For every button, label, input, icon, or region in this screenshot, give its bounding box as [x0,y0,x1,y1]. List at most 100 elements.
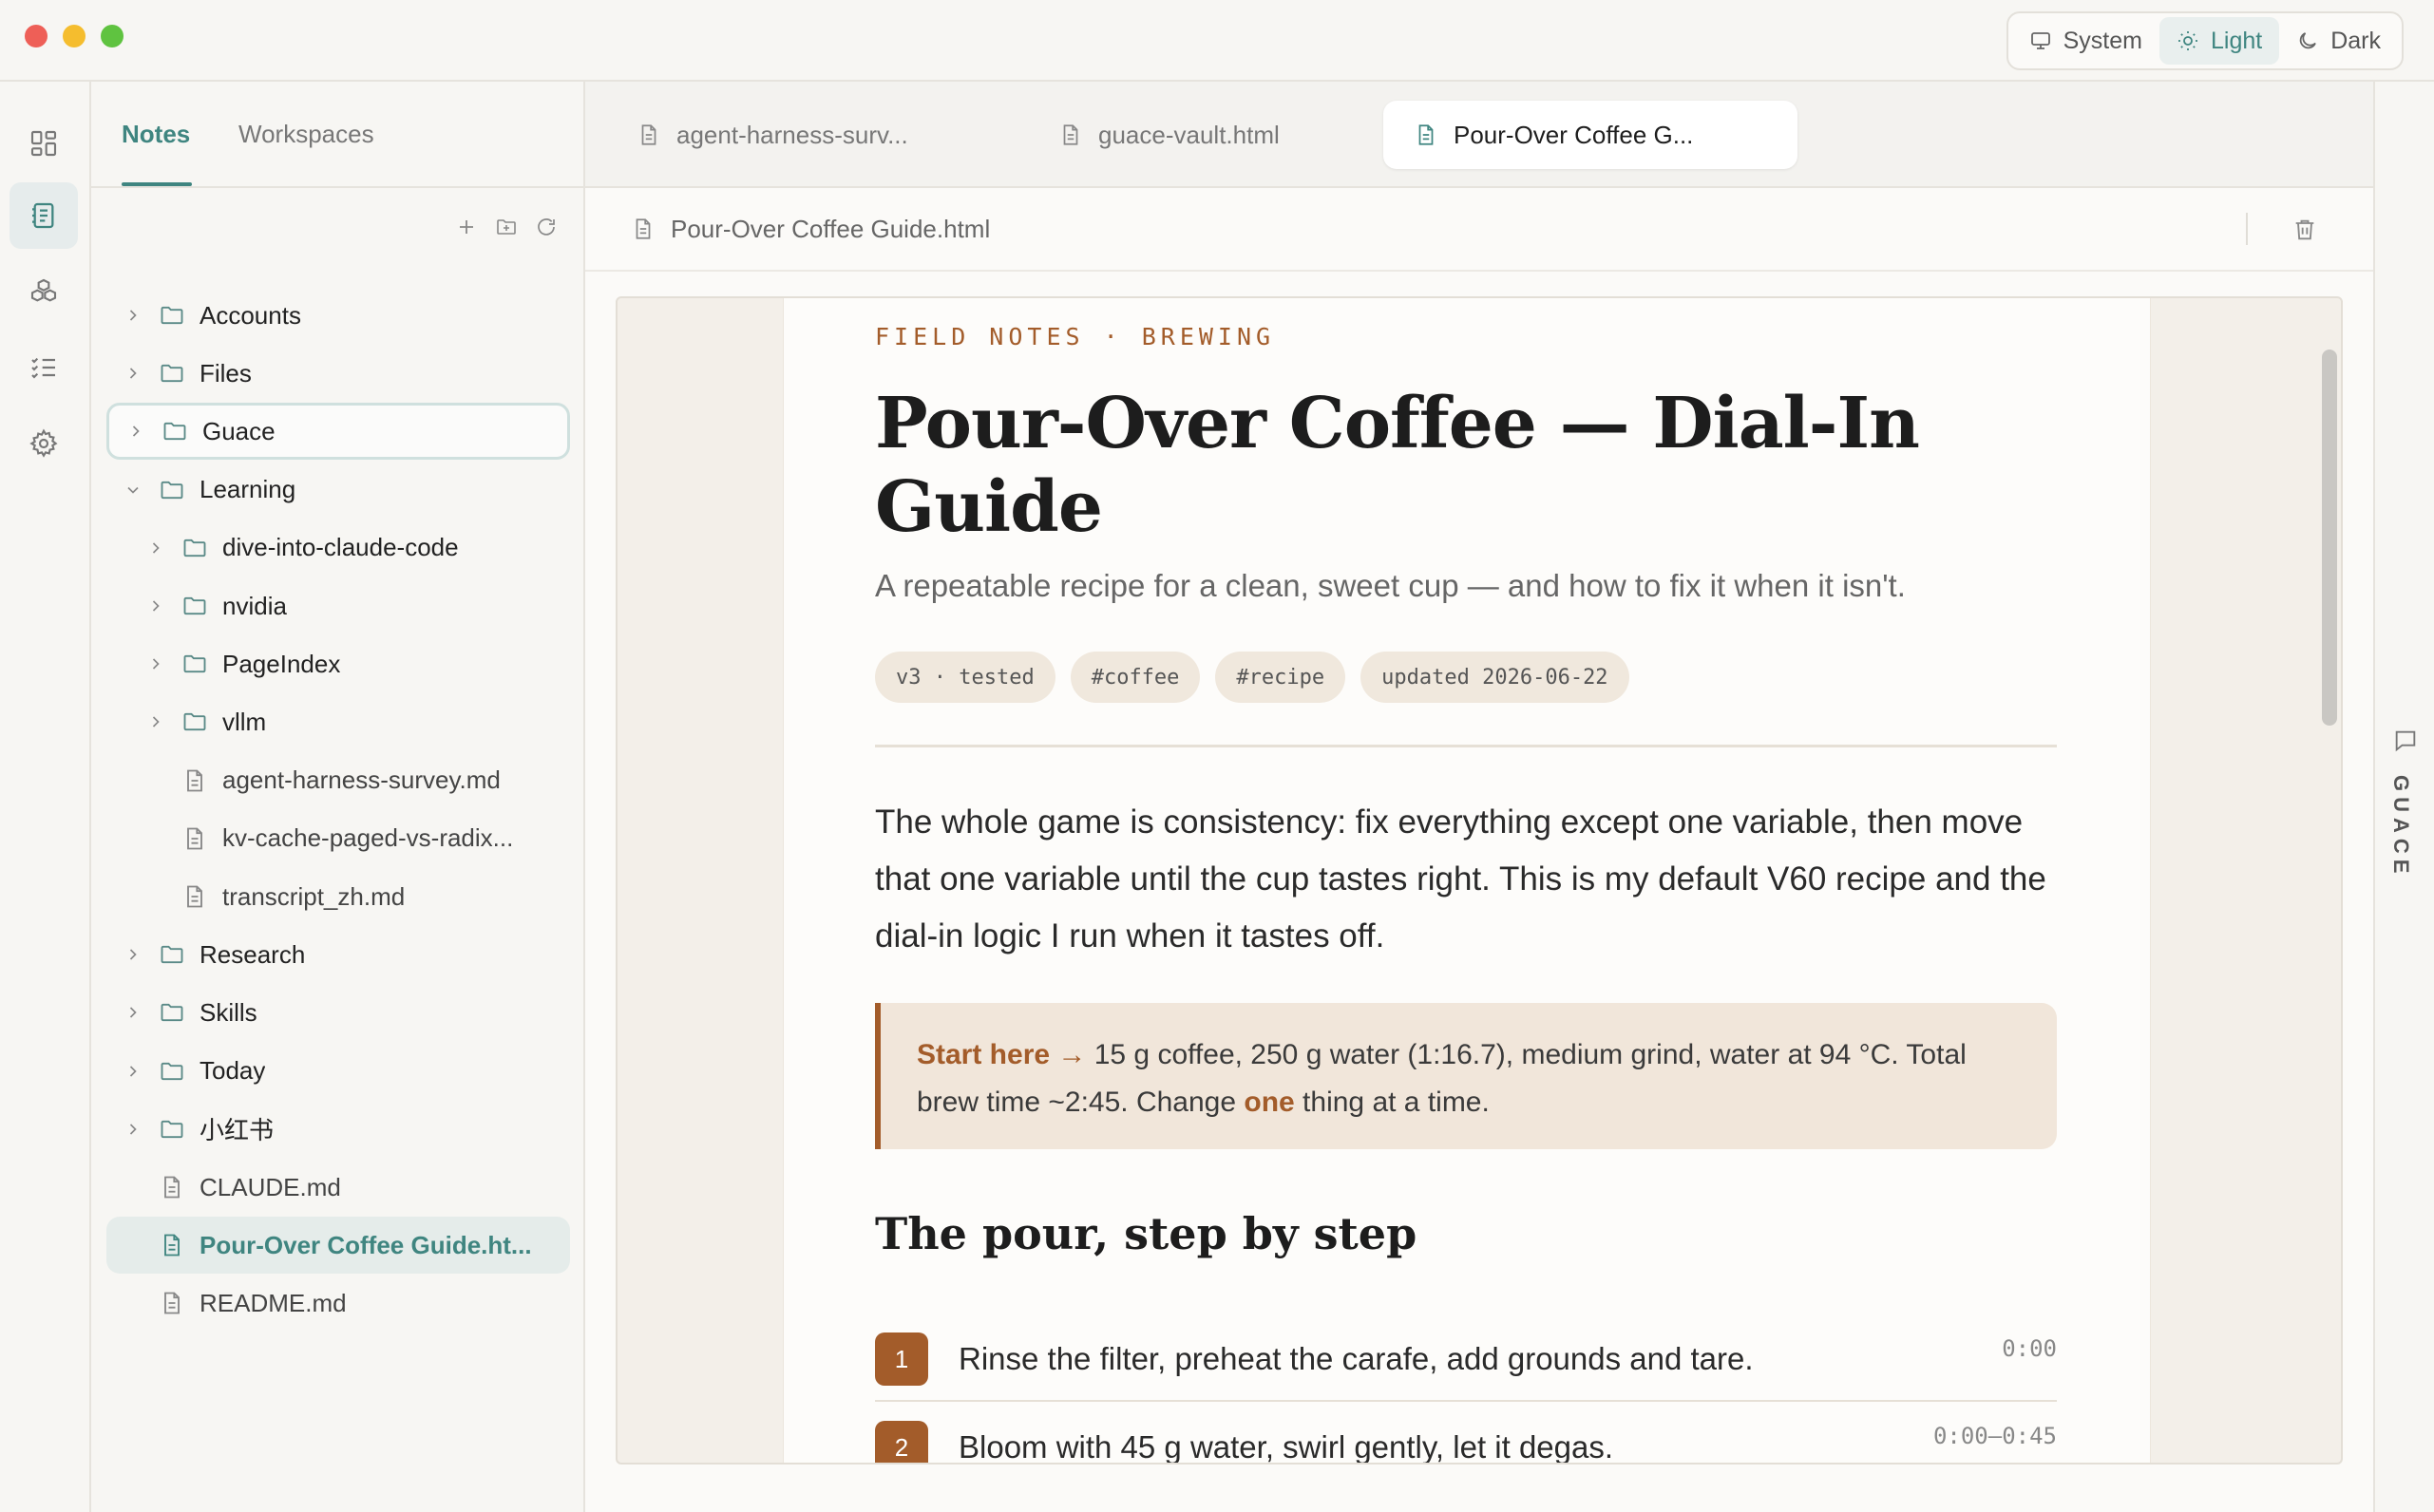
file-path: Pour-Over Coffee Guide.html [671,214,991,243]
file-icon [181,882,209,911]
tree-folder[interactable]: Today [106,1043,570,1100]
file-icon [641,124,656,145]
plus-icon [460,220,473,234]
tree-folder[interactable]: Files [106,345,570,402]
file-icon [1063,124,1078,145]
checklist-icon [31,357,55,379]
rail-checklist-button[interactable] [10,334,78,401]
editor-tab-label: guace-vault.html [1098,120,1280,149]
trash-icon[interactable] [2291,217,2318,243]
tree-file[interactable]: transcript_zh.md [106,868,570,925]
new-folder-button[interactable] [494,215,519,239]
tree-folder[interactable]: vllm [106,693,570,750]
tree-folder[interactable]: dive-into-claude-code [106,520,570,576]
rail-notes-button[interactable] [10,182,78,249]
step-text: Rinse the filter, preheat the carafe, ad… [959,1341,1754,1376]
moon-icon [2299,32,2317,49]
chat-icon[interactable] [2392,728,2419,754]
tree-item-label: agent-harness-survey.md [222,765,501,795]
folder-icon [158,998,186,1027]
document-scrollbar[interactable] [2322,350,2337,726]
document-viewer[interactable]: FIELD NOTES · BREWING Pour-Over Coffee —… [616,296,2343,1465]
maximize-window-button[interactable] [101,25,124,47]
folder-icon [181,650,209,678]
folder-icon [181,708,209,736]
editor-pane: agent-harness-surv... guace-vault.html P… [585,82,2373,1512]
editor-tab-guace-vault[interactable]: guace-vault.html [1028,101,1427,169]
tree-file[interactable]: Pour-Over Coffee Guide.ht... [106,1217,570,1275]
theme-dark-label: Dark [2330,27,2381,54]
tree-folder[interactable]: 小红书 [106,1101,570,1158]
file-icon [1418,124,1434,145]
minimize-window-button[interactable] [63,25,86,47]
monitor-icon [2030,32,2050,49]
activity-rail [0,82,91,1512]
chevron-down-icon[interactable] [122,479,144,501]
tree-folder[interactable]: Skills [106,984,570,1041]
pathbar-divider [2246,213,2248,245]
chevron-right-icon[interactable] [122,1060,144,1083]
theme-dark-button[interactable]: Dark [2279,17,2398,65]
new-note-button[interactable] [454,215,479,239]
rail-settings-button[interactable] [10,410,78,477]
assistant-panel-toggle[interactable]: GUACE [2388,775,2413,879]
tree-item-label: Learning [200,475,296,504]
close-window-button[interactable] [25,25,48,47]
theme-light-button[interactable]: Light [2158,17,2280,65]
chevron-right-icon[interactable] [124,420,147,443]
tree-item-label: Today [200,1056,266,1086]
theme-system-button[interactable]: System [2012,17,2159,65]
start-here-callout: Start here → 15 g coffee, 250 g water (1… [875,1003,2057,1149]
editor-tab-pour-over[interactable]: Pour-Over Coffee G... [1383,101,1797,169]
tree-item-label: transcript_zh.md [222,881,406,911]
tree-file[interactable]: agent-harness-survey.md [106,752,570,809]
tree-folder[interactable]: Learning [106,462,570,519]
chevron-right-icon[interactable] [122,1118,144,1141]
rail-cubes-button[interactable] [10,258,78,325]
tree-file[interactable]: README.md [106,1275,570,1332]
document-title: Pour-Over Coffee — Dial-In Guide [875,383,1920,548]
tree-folder[interactable]: Accounts [106,287,570,344]
file-icon [158,1173,186,1201]
step-row: 1 Rinse the filter, preheat the carafe, … [875,1318,2057,1402]
tree-folder[interactable]: nvidia [106,577,570,634]
sun-icon [2177,31,2197,50]
tree-folder[interactable]: Guace [106,403,570,461]
chevron-right-icon[interactable] [122,943,144,966]
tree-item-label: README.md [200,1288,347,1317]
tag-chip: v3 · tested [875,652,1055,703]
tree-file[interactable]: CLAUDE.md [106,1159,570,1216]
refresh-icon [538,218,555,236]
intro-paragraph: The whole game is consistency: fix every… [875,803,2046,954]
rail-dashboard-button[interactable] [10,110,78,177]
tab-workspaces[interactable]: Workspaces [238,120,374,149]
chevron-right-icon[interactable] [144,710,167,733]
tree-item-label: Pour-Over Coffee Guide.ht... [200,1230,532,1259]
new-folder-icon [497,219,516,235]
chevron-right-icon[interactable] [122,362,144,385]
callout-lead: Start here → [917,1039,1087,1070]
callout-emphasis: one [1244,1087,1295,1118]
tree-file[interactable]: kv-cache-paged-vs-radix... [106,810,570,867]
editor-tab-agent-harness[interactable]: agent-harness-surv... [606,101,1005,169]
tree-item-label: Research [200,939,306,969]
chevron-right-icon[interactable] [144,537,167,559]
tab-notes[interactable]: Notes [122,120,190,149]
tree-folder[interactable]: PageIndex [106,635,570,692]
chevron-right-icon[interactable] [122,304,144,327]
tree-item-label: Guace [202,416,276,445]
tree-folder[interactable]: Research [106,926,570,983]
assistant-rail: GUACE [2373,82,2434,1512]
chevron-right-icon[interactable] [144,652,167,675]
dashboard-icon [30,130,57,157]
chevron-right-icon[interactable] [122,1001,144,1024]
file-icon [158,1231,186,1259]
titlebar: System Light Dark [0,0,2434,82]
chevron-right-icon[interactable] [144,595,167,617]
tag-chip: #coffee [1070,652,1201,703]
refresh-button[interactable] [534,215,559,239]
